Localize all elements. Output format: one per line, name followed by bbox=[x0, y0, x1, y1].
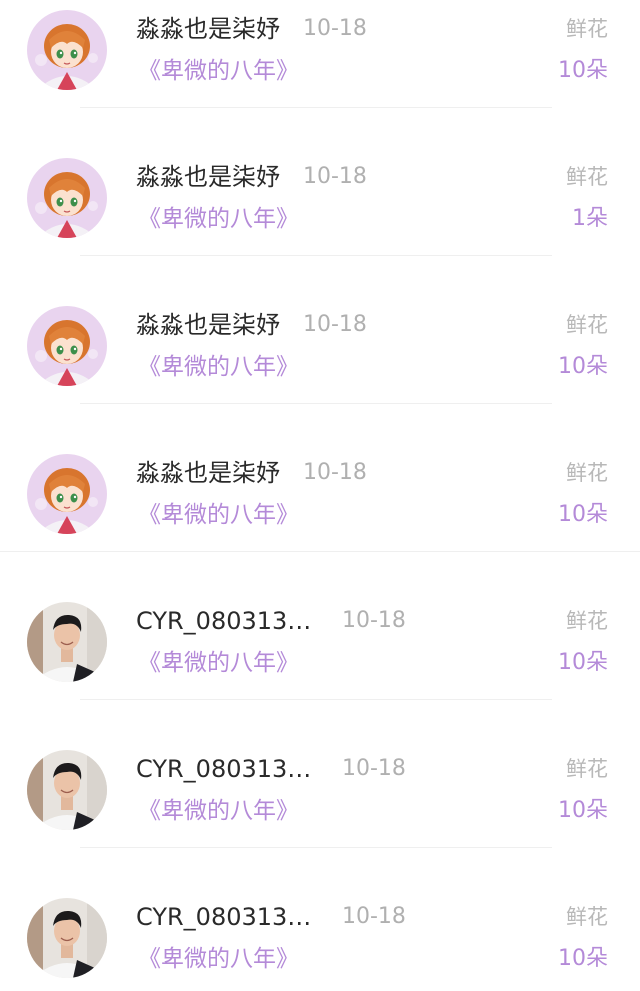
man-photo-avatar-icon bbox=[27, 898, 107, 978]
divider bbox=[80, 699, 552, 700]
book-title-link[interactable]: 《卑微的八年》 bbox=[138, 351, 299, 383]
gift-count: 10朵 bbox=[558, 502, 608, 527]
book-title-link[interactable]: 《卑微的八年》 bbox=[138, 55, 299, 87]
user-name[interactable]: CYR_080313… bbox=[136, 753, 311, 785]
gift-type-label: 鲜花 bbox=[566, 757, 608, 781]
book-title-link[interactable]: 《卑微的八年》 bbox=[138, 943, 299, 975]
gift-type-label: 鲜花 bbox=[566, 17, 608, 41]
gift-date: 10-18 bbox=[342, 904, 406, 929]
gift-count: 10朵 bbox=[558, 58, 608, 83]
gift-date: 10-18 bbox=[303, 460, 367, 485]
gift-type-label: 鲜花 bbox=[566, 905, 608, 929]
gift-date: 10-18 bbox=[342, 608, 406, 633]
avatar[interactable] bbox=[27, 306, 107, 386]
user-name[interactable]: 淼淼也是柒妤 bbox=[136, 13, 280, 45]
user-name[interactable]: 淼淼也是柒妤 bbox=[136, 161, 280, 193]
gift-count: 10朵 bbox=[558, 650, 608, 675]
gift-type-label: 鲜花 bbox=[566, 165, 608, 189]
gift-count: 10朵 bbox=[558, 354, 608, 379]
gift-date: 10-18 bbox=[342, 756, 406, 781]
avatar[interactable] bbox=[27, 10, 107, 90]
anime-girl-avatar-icon bbox=[27, 454, 107, 534]
divider bbox=[80, 403, 552, 404]
book-title-link[interactable]: 《卑微的八年》 bbox=[138, 647, 299, 679]
gift-date: 10-18 bbox=[303, 312, 367, 337]
list-item[interactable]: CYR_080313… 10-18 《卑微的八年》 鲜花 10朵 bbox=[0, 740, 640, 888]
anime-girl-avatar-icon bbox=[27, 10, 107, 90]
list-item[interactable]: 淼淼也是柒妤 10-18 《卑微的八年》 鲜花 10朵 bbox=[0, 0, 640, 148]
gift-type-label: 鲜花 bbox=[566, 609, 608, 633]
list-item[interactable]: 淼淼也是柒妤 10-18 《卑微的八年》 鲜花 10朵 bbox=[0, 296, 640, 444]
avatar[interactable] bbox=[27, 750, 107, 830]
user-name[interactable]: 淼淼也是柒妤 bbox=[136, 309, 280, 341]
gift-type-label: 鲜花 bbox=[566, 461, 608, 485]
list-item[interactable]: 淼淼也是柒妤 10-18 《卑微的八年》 鲜花 10朵 bbox=[0, 444, 640, 592]
book-title-link[interactable]: 《卑微的八年》 bbox=[138, 203, 299, 235]
user-name[interactable]: CYR_080313… bbox=[136, 901, 311, 933]
gift-date: 10-18 bbox=[303, 164, 367, 189]
list-item[interactable]: CYR_080313… 10-18 《卑微的八年》 鲜花 10朵 bbox=[0, 888, 640, 991]
anime-girl-avatar-icon bbox=[27, 158, 107, 238]
book-title-link[interactable]: 《卑微的八年》 bbox=[138, 499, 299, 531]
avatar[interactable] bbox=[27, 158, 107, 238]
user-name[interactable]: CYR_080313… bbox=[136, 605, 311, 637]
divider bbox=[80, 107, 552, 108]
user-name[interactable]: 淼淼也是柒妤 bbox=[136, 457, 280, 489]
man-photo-avatar-icon bbox=[27, 602, 107, 682]
avatar[interactable] bbox=[27, 602, 107, 682]
divider bbox=[0, 551, 640, 552]
gift-count: 1朵 bbox=[572, 206, 608, 231]
gift-date: 10-18 bbox=[303, 16, 367, 41]
avatar[interactable] bbox=[27, 454, 107, 534]
gift-count: 10朵 bbox=[558, 946, 608, 971]
list-item[interactable]: CYR_080313… 10-18 《卑微的八年》 鲜花 10朵 bbox=[0, 592, 640, 740]
list-item[interactable]: 淼淼也是柒妤 10-18 《卑微的八年》 鲜花 1朵 bbox=[0, 148, 640, 296]
man-photo-avatar-icon bbox=[27, 750, 107, 830]
divider bbox=[80, 255, 552, 256]
divider bbox=[80, 847, 552, 848]
avatar[interactable] bbox=[27, 898, 107, 978]
anime-girl-avatar-icon bbox=[27, 306, 107, 386]
gift-count: 10朵 bbox=[558, 798, 608, 823]
gift-type-label: 鲜花 bbox=[566, 313, 608, 337]
book-title-link[interactable]: 《卑微的八年》 bbox=[138, 795, 299, 827]
